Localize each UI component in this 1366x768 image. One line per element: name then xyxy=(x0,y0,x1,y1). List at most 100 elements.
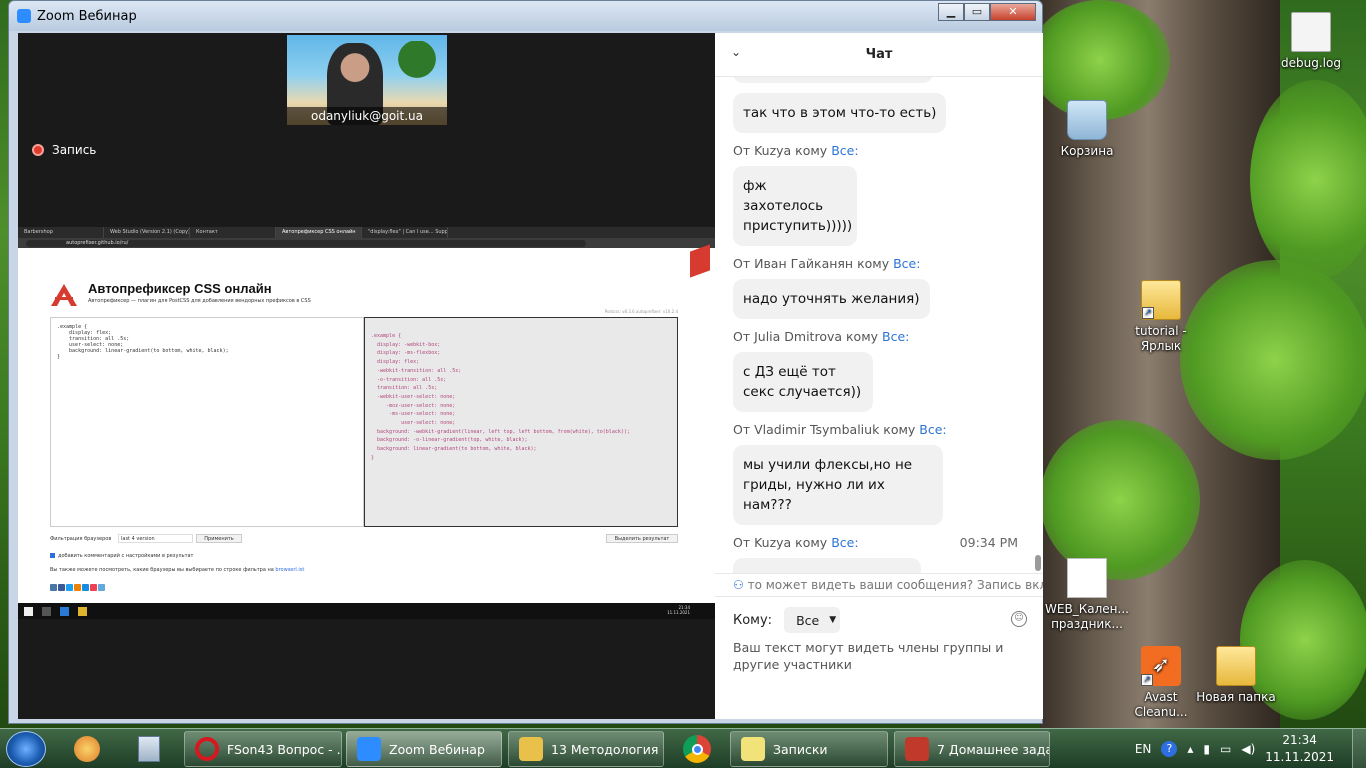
folder-icon xyxy=(1216,646,1256,686)
desktop-icon-avast[interactable]: ➶ ↗ Avast Cleanu... xyxy=(1118,646,1204,720)
desktop-icon-label: Корзина xyxy=(1060,144,1114,158)
shortcut-arrow-icon: ↗ xyxy=(1141,674,1153,686)
volume-icon[interactable]: ◀) xyxy=(1241,742,1255,756)
paint-icon xyxy=(74,736,100,762)
chat-visibility-note[interactable]: ⚇ то может видеть ваши сообщения? Запись… xyxy=(715,573,1043,597)
recipient-link[interactable]: Все: xyxy=(882,329,909,344)
social-buttons xyxy=(50,584,106,591)
recipient-link[interactable]: Все: xyxy=(831,535,858,550)
recipient-link[interactable]: Все: xyxy=(893,256,920,271)
chat-scrollbar[interactable] xyxy=(1035,77,1041,573)
taskbar-item-folder[interactable]: 13 Методология ... xyxy=(508,731,664,767)
restore-button[interactable]: ▭ xyxy=(964,3,990,21)
language-indicator[interactable]: EN xyxy=(1135,742,1152,756)
browserlist-link: browserl.ist xyxy=(275,567,305,573)
browser-address-bar: autoprefixer.github.io/ru/ xyxy=(18,238,716,248)
calculator-icon xyxy=(138,736,160,762)
chat-header: ⌄ Чат xyxy=(715,33,1043,77)
clock-date: 11.11.2021 xyxy=(1265,750,1334,764)
recipient-row: Кому: Все ▼ xyxy=(733,607,841,633)
input-css: .example { display: flex; transition: al… xyxy=(50,317,364,527)
paint-pinned-icon[interactable] xyxy=(66,733,108,765)
video-area: odanyliuk@goit.ua Запись Barbershop Web … xyxy=(18,33,716,719)
desktop-icon-recycle-bin[interactable]: Корзина xyxy=(1044,100,1130,159)
avast-rocket-icon: ➶ ↗ xyxy=(1141,646,1181,686)
network-icon[interactable]: ▭ xyxy=(1220,742,1231,756)
note-text: Вы также можете посмотреть, какие браузе… xyxy=(50,567,274,573)
close-button[interactable]: ✕ xyxy=(990,3,1036,21)
background-palm xyxy=(397,41,437,101)
recording-indicator[interactable]: Запись xyxy=(32,143,96,157)
pdf-icon xyxy=(905,737,929,761)
zoom-window: Zoom Вебинар ▁ ▭ ✕ odanyliuk@goit.ua Зап… xyxy=(8,0,1043,724)
document-icon xyxy=(1067,558,1107,598)
system-clock[interactable]: 21:34 11.11.2021 xyxy=(1265,732,1334,766)
browser-tab: Barbershop xyxy=(18,227,104,238)
calculator-pinned-icon[interactable] xyxy=(128,733,170,765)
filter-row: Фильтрация браузеров last 4 version Прим… xyxy=(50,534,678,544)
message-bubble: иногда приходится и третьего подключать)… xyxy=(733,558,921,573)
message-time: 09:34 PM xyxy=(959,535,1018,550)
recycle-bin-icon xyxy=(1067,100,1107,140)
twitter-icon xyxy=(66,584,73,591)
sender-name: От Kuzya кому xyxy=(733,143,832,158)
chevron-down-icon: ▼ xyxy=(829,615,837,625)
sender-name: От Vladimir Tsymbaliuk кому xyxy=(733,422,920,437)
chevron-down-icon[interactable]: ⌄ xyxy=(731,45,741,59)
minimize-button[interactable]: ▁ xyxy=(938,3,964,21)
recipient-value: Все xyxy=(796,612,820,628)
message-sender: От Kuzya кому Все: xyxy=(733,143,1018,158)
start-button[interactable] xyxy=(6,731,46,767)
message-sender: От Julia Dmitrova кому Все: xyxy=(733,329,1018,344)
shared-clock-date: 11.11.2021 xyxy=(667,610,690,615)
participant-video[interactable]: odanyliuk@goit.ua xyxy=(287,35,447,125)
folder-icon: ↗ xyxy=(1141,280,1181,320)
recipient-link[interactable]: Все: xyxy=(831,143,858,158)
recipient-link[interactable]: Все: xyxy=(919,422,946,437)
message-sender: От Vladimir Tsymbaliuk кому Все: xyxy=(733,422,1018,437)
filter-input: last 4 version xyxy=(118,534,193,543)
desktop-icon-debug-log[interactable]: debug.log xyxy=(1268,12,1354,71)
recipient-select[interactable]: Все ▼ xyxy=(784,607,841,633)
browser-tab: "display:flex" | Can I use... Supp xyxy=(362,227,448,238)
sender-name: От Kuzya кому xyxy=(733,535,832,550)
desktop-icon-new-folder[interactable]: Новая папка xyxy=(1193,646,1279,705)
browser-tabs: Barbershop Web Studio (Version 2.1) (Cop… xyxy=(18,227,716,238)
checkbox-label: добавить комментарий с настройками в рез… xyxy=(58,553,194,559)
scrollbar-thumb[interactable] xyxy=(1035,555,1041,571)
browserlist-note: Вы также можете посмотреть, какие браузе… xyxy=(50,567,304,573)
zoom-logo-icon xyxy=(17,9,31,23)
message-bubble: так что в этом что-то есть) xyxy=(733,93,947,133)
browser-tab: Web Studio (Version 2.1) (Copy) xyxy=(104,227,190,238)
chat-messages[interactable]: так что в этом что-то есть) От Kuzya ком… xyxy=(715,77,1033,573)
desktop-icon-web-calendar[interactable]: WEB_Кален... праздник... xyxy=(1044,558,1130,632)
output-css: .example { display: -webkit-box; display… xyxy=(364,317,678,527)
desktop-icon-label: debug.log xyxy=(1281,56,1341,70)
people-icon: ⚇ xyxy=(733,578,744,592)
comment-checkbox-row: добавить комментарий с настройками в рез… xyxy=(50,553,193,559)
taskbar-item-opera[interactable]: FSon43 Вопрос - ... xyxy=(184,731,342,767)
taskbar-item-zoom[interactable]: Zoom Вебинар xyxy=(346,731,502,767)
opera-icon xyxy=(195,737,219,761)
sticky-notes-icon xyxy=(741,737,765,761)
emoji-icon[interactable]: ☺ xyxy=(1011,611,1027,627)
chrome-icon xyxy=(78,606,87,616)
version-info: Postcss: v8.3.6 autoprefixer: v10.2.4 xyxy=(604,309,678,314)
filter-label: Фильтрация браузеров xyxy=(50,536,112,542)
taskbar-item-sticky-notes[interactable]: Записки xyxy=(730,731,888,767)
device-icon[interactable]: ▮ xyxy=(1203,742,1210,756)
taskbar-item-label: 13 Методология ... xyxy=(551,741,664,757)
title-bar[interactable]: Zoom Вебинар ▁ ▭ ✕ xyxy=(9,1,1042,31)
chat-message-input[interactable]: Ваш текст могут видеть члены группы и др… xyxy=(733,639,1029,673)
apply-button: Применить xyxy=(196,534,242,543)
show-hidden-icons-icon[interactable]: ▴ xyxy=(1187,742,1193,756)
telegram-icon xyxy=(98,584,105,591)
taskbar-item-pdf[interactable]: 7 Домашнее зада... xyxy=(894,731,1050,767)
desktop-icon-tutorial[interactable]: ↗ tutorial - Ярлык xyxy=(1118,280,1204,354)
pocket-icon xyxy=(90,584,97,591)
autoprefixer-logo-icon xyxy=(51,284,77,306)
help-icon[interactable]: ? xyxy=(1161,741,1178,757)
chrome-pinned-icon[interactable] xyxy=(676,733,718,765)
show-desktop-button[interactable] xyxy=(1352,729,1366,768)
to-label: Кому: xyxy=(733,612,773,628)
